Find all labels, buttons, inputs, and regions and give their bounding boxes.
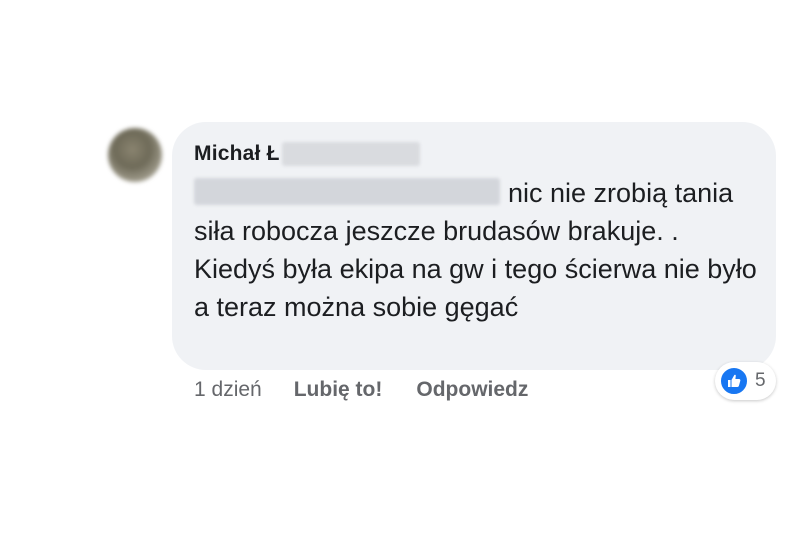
comment-text-line1: nic nie zrobią (508, 178, 668, 208)
comment-bubble: Michał Ł nic nie zrobią tania siła roboc… (172, 122, 776, 370)
comment-text: nic nie zrobią tania siła robocza jeszcz… (194, 174, 764, 326)
comment-timestamp[interactable]: 1 dzień (194, 378, 262, 402)
author-row: Michał Ł (194, 140, 752, 168)
author-surname-redacted (281, 142, 420, 166)
reaction-count: 5 (755, 370, 766, 391)
reply-button[interactable]: Odpowiedz (416, 378, 528, 402)
thumbs-up-icon (719, 366, 749, 396)
mention-redacted[interactable] (194, 178, 500, 205)
like-button[interactable]: Lubię to! (294, 378, 383, 402)
author-name[interactable]: Michał Ł (194, 142, 280, 166)
avatar[interactable] (108, 128, 162, 182)
reactions-summary[interactable]: 5 (715, 362, 776, 400)
comment-actions: 1 dzień Lubię to! Odpowiedz (194, 378, 562, 402)
